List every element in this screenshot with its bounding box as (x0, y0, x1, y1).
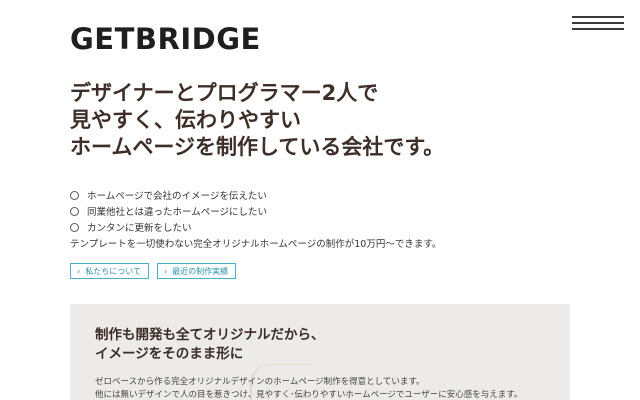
logo[interactable]: GETBRIDGE (70, 24, 261, 54)
check-item: カンタンに更新をしたい (70, 219, 267, 235)
about-us-label: 私たちについて (85, 266, 141, 276)
chevron-right-icon: › (77, 266, 81, 276)
headline-line: デザイナーとプログラマー2人で (70, 81, 379, 105)
about-us-button[interactable]: › 私たちについて (70, 263, 149, 279)
panel-title-line: イメージをそのまま形に (95, 346, 244, 362)
panel-title-line: 制作も開発も全てオリジナルだから、 (95, 327, 325, 343)
check-item: ホームページで会社のイメージを伝えたい (70, 187, 267, 203)
feature-panel: 制作も開発も全てオリジナルだから、 イメージをそのまま形に ゼロベースから作る完… (70, 304, 570, 400)
circle-icon (70, 206, 79, 216)
menu-line (572, 16, 624, 18)
panel-text-line: 他には無いデザインで人の目を惹きつけ、見やすく･伝わりやすいホームページでユーザ… (95, 390, 523, 400)
panel-text: ゼロベースから作る完全オリジナルデザインのホームページ制作を得意としています。 … (95, 376, 522, 400)
menu-line (572, 22, 624, 24)
circle-icon (70, 190, 79, 200)
panel-text-line: ゼロベースから作る完全オリジナルデザインのホームページ制作を得意としています。 (95, 377, 425, 387)
check-item: 同業他社とは違ったホームページにしたい (70, 203, 267, 219)
headline-line: ホームページを制作している会社です。 (70, 135, 445, 159)
recent-works-label: 最近の制作実績 (172, 266, 229, 276)
chevron-right-icon: › (163, 266, 168, 276)
check-item-label: 同業他社とは違ったホームページにしたい (87, 207, 268, 218)
check-item-label: ホームページで会社のイメージを伝えたい (87, 191, 267, 202)
headline-line: 見やすく、伝わりやすい (70, 108, 301, 132)
logo-text: GETBRIDGE (70, 22, 261, 56)
pricing-note: テンプレートを一切使わない完全オリジナルホームページの制作が10万円～できます。 (70, 239, 442, 250)
panel-title: 制作も開発も全てオリジナルだから、 イメージをそのまま形に (95, 326, 325, 364)
check-list: ホームページで会社のイメージを伝えたい 同業他社とは違ったホームページにしたい … (70, 187, 267, 235)
hero-headline: デザイナーとプログラマー2人で 見やすく、伝わりやすい ホームページを制作してい… (70, 80, 590, 161)
hamburger-menu-icon[interactable] (572, 16, 624, 30)
circle-icon (70, 222, 79, 232)
hero-buttons: › 私たちについて › 最近の制作実績 (70, 263, 244, 279)
check-item-label: カンタンに更新をしたい (87, 223, 192, 234)
recent-works-button[interactable]: › 最近の制作実績 (156, 263, 237, 279)
menu-line (572, 28, 624, 30)
